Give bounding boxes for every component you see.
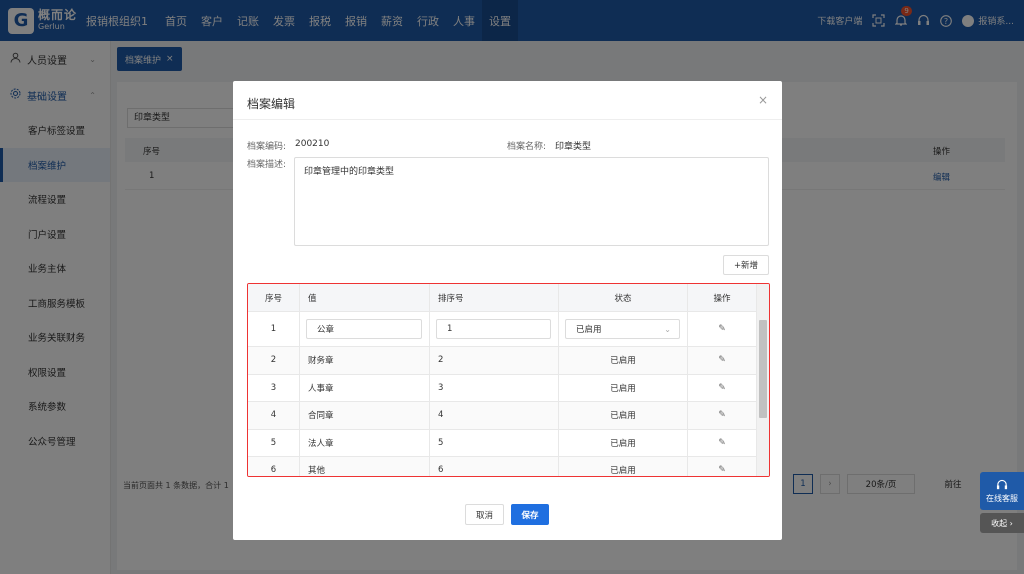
archive-edit-dialog: 档案编辑 × 档案编码: 200210 档案名称: 印章类型 档案描述: 印章管… — [233, 81, 782, 540]
online-service-label: 在线客服 — [986, 493, 1018, 503]
table-row: 4 合同章 4 已启用 ✎ — [248, 402, 757, 430]
edit-icon[interactable]: ✎ — [718, 383, 726, 393]
cancel-button[interactable]: 取消 — [465, 504, 504, 525]
divider — [233, 119, 782, 120]
edit-icon[interactable]: ✎ — [718, 438, 726, 448]
name-value: 印章类型 — [555, 142, 592, 152]
values-table-header: 序号 值 排序号 状态 操作 — [248, 284, 757, 312]
status-select[interactable]: 已启用 ⌄ — [565, 319, 680, 339]
collapse-button[interactable]: 收起 › — [980, 513, 1024, 533]
row-value: 其他 — [300, 457, 430, 476]
save-button[interactable]: 保存 — [511, 504, 549, 525]
row-sort: 3 — [430, 374, 559, 401]
status-select-value: 已启用 — [576, 325, 602, 335]
table-row: 3 人事章 3 已启用 ✎ — [248, 374, 757, 402]
scrollbar-thumb[interactable] — [759, 320, 767, 418]
value-input[interactable]: 公章 — [306, 319, 422, 339]
header-index: 序号 — [248, 284, 300, 312]
edit-icon[interactable]: ✎ — [718, 324, 726, 334]
header-value: 值 — [300, 284, 430, 312]
row-index: 5 — [248, 429, 300, 456]
code-value: 200210 — [295, 139, 330, 149]
row-value: 财务章 — [300, 347, 430, 374]
row-value: 法人章 — [300, 429, 430, 456]
header-status: 状态 — [559, 284, 688, 312]
close-icon[interactable]: × — [758, 93, 768, 107]
sort-input[interactable]: 1 — [436, 319, 551, 339]
table-row: 2 财务章 2 已启用 ✎ — [248, 347, 757, 375]
table-row: 5 法人章 5 已启用 ✎ — [248, 429, 757, 457]
row-index: 3 — [248, 374, 300, 401]
add-row-button[interactable]: +新增 — [723, 255, 769, 275]
header-op: 操作 — [688, 284, 757, 312]
code-label: 档案编码: — [247, 142, 287, 152]
dialog-title: 档案编辑 — [247, 97, 296, 111]
edit-icon[interactable]: ✎ — [718, 410, 726, 420]
headset-icon — [996, 479, 1008, 493]
row-index: 2 — [248, 347, 300, 374]
edit-icon[interactable]: ✎ — [718, 355, 726, 365]
row-value: 人事章 — [300, 374, 430, 401]
row-status: 已启用 — [559, 429, 688, 456]
desc-label: 档案描述: — [247, 160, 287, 170]
chevron-down-icon: ⌄ — [664, 324, 671, 334]
table-row: 6 其他 6 已启用 ✎ — [248, 457, 757, 476]
description-textarea[interactable]: 印章管理中的印章类型 — [294, 157, 769, 246]
values-table: 序号 值 排序号 状态 操作 1 公章 1 已启用 ⌄ ✎ 2 财务章 2 已启… — [247, 283, 770, 477]
row-index: 1 — [248, 312, 300, 346]
edit-icon[interactable]: ✎ — [718, 465, 726, 475]
row-status: 已启用 — [559, 347, 688, 374]
row-value: 合同章 — [300, 402, 430, 429]
name-label: 档案名称: — [507, 142, 547, 152]
row-status: 已启用 — [559, 457, 688, 476]
row-status: 已启用 — [559, 402, 688, 429]
row-index: 4 — [248, 402, 300, 429]
row-sort: 5 — [430, 429, 559, 456]
row-sort: 2 — [430, 347, 559, 374]
row-index: 6 — [248, 457, 300, 476]
row-status: 已启用 — [559, 374, 688, 401]
online-service-button[interactable]: 在线客服 — [980, 472, 1024, 510]
table-row-editing: 1 公章 1 已启用 ⌄ ✎ — [248, 312, 757, 347]
row-sort: 4 — [430, 402, 559, 429]
row-sort: 6 — [430, 457, 559, 476]
header-sort: 排序号 — [430, 284, 559, 312]
